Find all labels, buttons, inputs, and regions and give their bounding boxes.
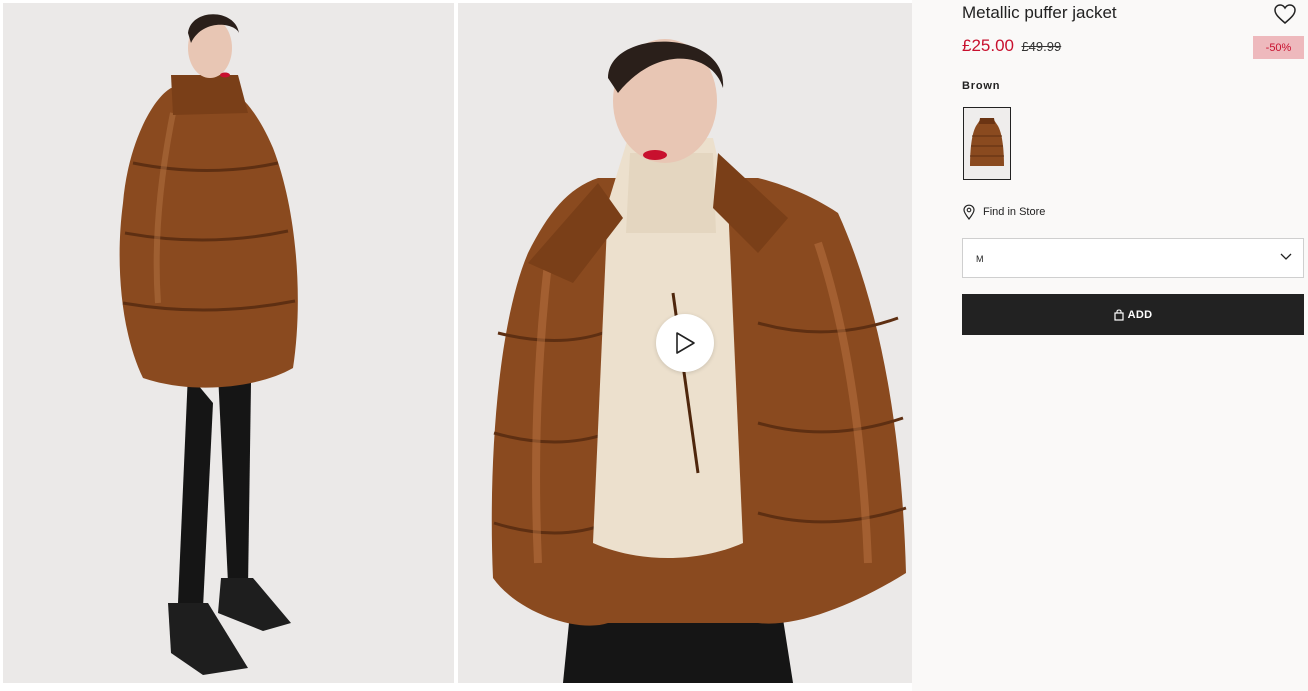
find-in-store-label: Find in Store (983, 206, 1046, 218)
heart-icon (1274, 4, 1296, 24)
selected-size: M (976, 254, 984, 264)
discount-badge: -50% (1253, 36, 1304, 59)
size-select[interactable]: M (962, 238, 1304, 278)
product-image-front[interactable] (458, 3, 912, 683)
play-video-button[interactable] (656, 314, 714, 372)
product-image-side[interactable] (3, 3, 454, 683)
original-price: £49.99 (1021, 39, 1062, 54)
color-label: Brown (962, 80, 1001, 92)
shopping-bag-icon (1114, 308, 1124, 321)
sale-price: £25.00 (962, 36, 1014, 55)
model-side-view-image (3, 3, 454, 683)
swatch-jacket-thumbnail (964, 108, 1010, 179)
color-swatch-brown[interactable] (963, 107, 1011, 180)
chevron-down-icon (1280, 253, 1292, 260)
add-to-bag-button[interactable]: ADD (962, 294, 1304, 335)
product-gallery (0, 0, 912, 691)
location-pin-icon (963, 204, 975, 220)
add-to-favorites-button[interactable] (1273, 3, 1297, 25)
product-title: Metallic puffer jacket (962, 3, 1117, 22)
play-icon (676, 332, 695, 354)
price-row: £25.00 £49.99 (962, 36, 1061, 56)
add-to-bag-label: ADD (1127, 308, 1153, 321)
find-in-store-link[interactable]: Find in Store (962, 204, 1045, 220)
